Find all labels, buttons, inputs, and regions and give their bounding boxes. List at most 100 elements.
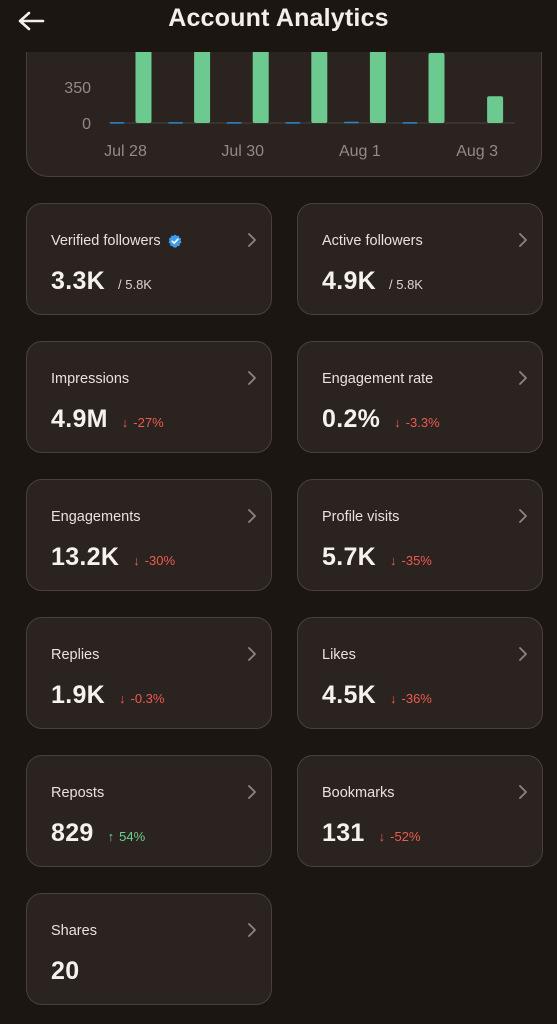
metric-card-verified-followers[interactable]: Verified followers 3.3K / 5.8K [26,203,272,315]
arrow-down-icon: ↓ [378,829,386,844]
metric-value: 829 [51,819,94,847]
chevron-right-icon [519,233,527,247]
chevron-right-icon [248,923,256,937]
header-bar: Account Analytics [0,0,557,52]
chart-bar-blue [343,121,359,124]
metric-card-profile-visits[interactable]: Profile visits 5.7K ↓ -35% [297,479,543,591]
metric-value-row: 4.9M ↓ -27% [51,405,164,434]
daily-chart-card: 350 0 Jul 28 Jul 30 Aug 1 Aug 3 [26,30,542,177]
arrow-down-icon: ↓ [121,415,129,430]
chart-bar-green [487,96,504,123]
metric-change-value: -0.3% [130,691,165,706]
metric-value: 4.9K [322,267,377,295]
metric-label-text: Engagements [51,509,141,525]
metric-value: 131 [322,819,365,847]
metric-change: ↓ -36% [390,691,432,706]
metric-label: Active followers [322,233,423,249]
metric-label: Engagements [51,509,140,525]
chart-bar-blue [109,122,125,124]
metric-label-text: Shares [51,923,97,939]
metric-card-shares[interactable]: Shares 20 [26,893,272,1005]
metric-change: ↓ -30% [133,553,175,568]
metric-value: 3.3K [51,267,106,295]
chevron-right-icon [248,233,256,247]
metric-label: Impressions [51,371,129,387]
metric-value: 1.9K [51,681,106,709]
chevron-right-icon [248,785,256,799]
arrow-down-icon: ↓ [394,415,401,430]
arrow-down-icon: ↓ [390,691,397,706]
metric-value-row: 131 ↓ -52% [322,819,420,848]
x-tick-label: Jul 28 [104,143,147,160]
metric-card-replies[interactable]: Replies 1.9K ↓ -0.3% [26,617,272,729]
metric-card-likes[interactable]: Likes 4.5K ↓ -36% [297,617,543,729]
metric-change-value: -35% [401,553,432,568]
metric-label: Profile visits [322,509,399,525]
metric-value: 5.7K [322,543,377,571]
metric-change: ↓ -35% [390,553,432,568]
metric-card-bookmarks[interactable]: Bookmarks 131 ↓ -52% [297,755,543,867]
chevron-right-icon [248,509,256,523]
metric-label: Likes [322,647,356,663]
arrow-down-icon: ↓ [133,553,140,568]
metric-label: Replies [51,647,99,663]
verified-badge-icon [168,234,182,248]
chevron-right-icon [248,647,256,661]
metric-value-row: 4.9K / 5.8K [322,267,423,296]
metric-label-text: Bookmarks [322,785,395,801]
metric-label-text: Impressions [51,371,130,387]
metric-card-active-followers[interactable]: Active followers 4.9K / 5.8K [297,203,543,315]
metric-card-impressions[interactable]: Impressions 4.9M ↓ -27% [26,341,272,453]
metric-value-row: 20 [51,957,79,986]
metric-label: Engagement rate [322,371,433,387]
metric-value: 4.5K [322,681,377,709]
metric-change-value: -3.3% [405,415,440,430]
daily-bar-chart: 350 0 Jul 28 Jul 30 Aug 1 Aug 3 [64,30,515,160]
chevron-right-icon [519,647,527,661]
metric-change-value: -36% [401,691,432,706]
chevron-right-icon [519,371,527,385]
metric-label-text: Verified followers [51,233,161,249]
metric-label: Bookmarks [322,785,395,801]
x-tick-label: Jul 30 [221,143,264,160]
metric-label: Shares [51,923,97,939]
metric-change: ↓ -0.3% [119,691,164,706]
metric-total: / 5.8K [389,277,423,292]
y-tick-label: 350 [64,80,91,97]
metric-value-row: 4.5K ↓ -36% [322,681,432,710]
metric-value-row: 829 ↑ 54% [51,819,145,848]
metric-change: ↑ 54% [108,829,146,844]
metric-label-text: Active followers [322,233,423,249]
metric-label-text: Likes [322,647,356,663]
metric-change: ↓ -27% [122,415,164,430]
chart-bar-blue [168,122,184,124]
metric-change-value: -52% [390,829,421,844]
metric-value-row: 13.2K ↓ -30% [51,543,175,572]
metric-value-row: 3.3K / 5.8K [51,267,152,296]
metric-label-text: Reposts [51,785,105,801]
metric-change-value: -30% [144,553,176,568]
metric-label: Reposts [51,785,104,801]
arrow-down-icon: ↓ [119,691,126,706]
chevron-right-icon [248,371,256,385]
metric-label-text: Replies [51,647,100,663]
metric-card-engagement-rate[interactable]: Engagement rate 0.2% ↓ -3.3% [297,341,543,453]
metric-value-row: 0.2% ↓ -3.3% [322,405,440,434]
chevron-right-icon [519,509,527,523]
metric-value-row: 5.7K ↓ -35% [322,543,432,572]
metric-change-value: -27% [133,415,164,430]
page-title: Account Analytics [168,4,389,32]
chevron-right-icon [519,785,527,799]
metric-value-row: 1.9K ↓ -0.3% [51,681,164,710]
metric-card-engagements[interactable]: Engagements 13.2K ↓ -30% [26,479,272,591]
metric-value: 13.2K [51,543,120,571]
x-tick-label: Aug 3 [456,143,498,160]
metric-change: ↓ -3.3% [394,415,439,430]
chart-bar-blue [285,122,301,124]
chart-bar-green [428,53,445,123]
x-tick-label: Aug 1 [339,143,381,160]
metric-change: ↓ -52% [379,829,421,844]
metric-card-reposts[interactable]: Reposts 829 ↑ 54% [26,755,272,867]
y-tick-label: 0 [82,116,91,133]
metric-total: / 5.8K [118,277,152,292]
